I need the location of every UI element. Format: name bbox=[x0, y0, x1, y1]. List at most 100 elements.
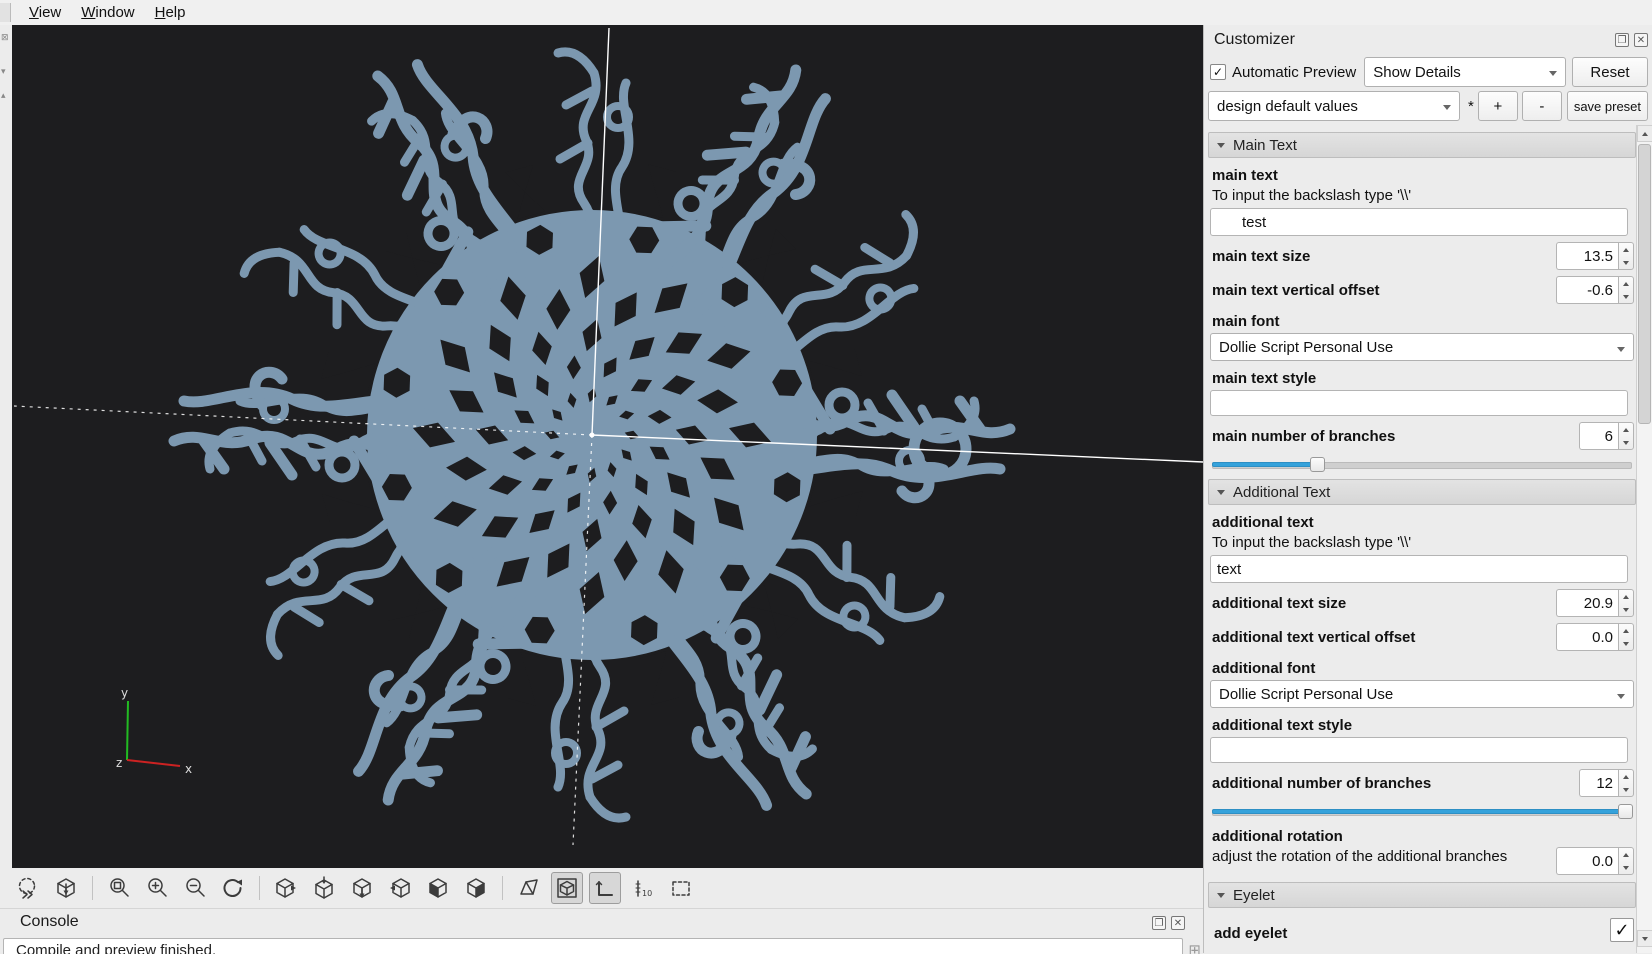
show-axes-icon[interactable] bbox=[589, 872, 621, 904]
additional-font-select[interactable]: Dollie Script Personal Use bbox=[1210, 680, 1634, 708]
view-back-icon[interactable] bbox=[460, 872, 492, 904]
spin-buttons[interactable] bbox=[1618, 242, 1634, 270]
additional-text-voffset-spinbox bbox=[1556, 623, 1634, 651]
collapse-triangle-icon bbox=[1217, 142, 1225, 148]
main-branches-label: main number of branches bbox=[1212, 427, 1396, 445]
additional-font-label: additional font bbox=[1212, 660, 1316, 677]
customizer-scrollbar[interactable] bbox=[1636, 125, 1652, 953]
additional-rotation-desc: adjust the rotation of the additional br… bbox=[1212, 848, 1508, 865]
orthographic-icon[interactable] bbox=[551, 872, 583, 904]
spin-buttons[interactable] bbox=[1618, 769, 1634, 797]
chevron-down-icon bbox=[1617, 694, 1625, 699]
spin-buttons[interactable] bbox=[1618, 422, 1634, 450]
automatic-preview-checkbox[interactable]: ✓ bbox=[1210, 64, 1226, 80]
slider-handle[interactable] bbox=[1310, 457, 1325, 472]
toolbar-separator bbox=[502, 876, 503, 900]
view-top-icon[interactable] bbox=[308, 872, 340, 904]
zoom-in-icon[interactable] bbox=[141, 872, 173, 904]
main-font-label: main font bbox=[1212, 313, 1280, 330]
spin-buttons[interactable] bbox=[1618, 276, 1634, 304]
group-eyelet[interactable]: Eyelet bbox=[1208, 882, 1636, 908]
strip-dropdown-fragment: ▾ bbox=[1, 66, 6, 76]
main-text-desc: To input the backslash type '\\' bbox=[1212, 187, 1412, 204]
spin-buttons[interactable] bbox=[1618, 847, 1634, 875]
additional-text-style-input[interactable] bbox=[1210, 737, 1628, 763]
spin-buttons[interactable] bbox=[1618, 589, 1634, 617]
axis-indicator: y x z bbox=[116, 686, 192, 776]
viewport-toolbar: 10 bbox=[0, 868, 1203, 908]
scrollbar-up-icon[interactable] bbox=[1637, 125, 1652, 142]
toolbar-separator bbox=[92, 876, 93, 900]
reset-view-icon[interactable] bbox=[217, 872, 249, 904]
additional-rotation-spinbox bbox=[1556, 847, 1634, 875]
remove-preset-button[interactable]: - bbox=[1521, 91, 1562, 121]
main-branches-spinbox bbox=[1579, 422, 1634, 450]
zoom-out-icon[interactable] bbox=[179, 872, 211, 904]
main-text-label: main text bbox=[1212, 167, 1278, 184]
additional-rotation-label: additional rotation bbox=[1212, 828, 1343, 845]
preset-select[interactable]: design default values bbox=[1208, 91, 1460, 121]
3d-viewport[interactable]: y x z bbox=[12, 25, 1203, 868]
save-preset-button[interactable]: save preset bbox=[1566, 91, 1648, 121]
console-close-icon[interactable]: ✕ bbox=[1171, 916, 1185, 930]
add-eyelet-checkbox[interactable]: ✓ bbox=[1610, 918, 1634, 942]
show-scale-markers-icon[interactable]: 10 bbox=[627, 872, 659, 904]
additional-text-input[interactable] bbox=[1210, 555, 1628, 583]
additional-branches-slider[interactable] bbox=[1212, 803, 1633, 819]
additional-text-voffset-label: additional text vertical offset bbox=[1212, 628, 1416, 646]
view-bottom-icon[interactable] bbox=[346, 872, 378, 904]
main-text-size-label: main text size bbox=[1212, 247, 1311, 265]
additional-text-size-spinbox bbox=[1556, 589, 1634, 617]
main-text-input[interactable] bbox=[1210, 208, 1628, 236]
group-main-text[interactable]: Main Text bbox=[1208, 132, 1636, 158]
main-branches-slider[interactable] bbox=[1212, 456, 1632, 472]
group-additional-text[interactable]: Additional Text bbox=[1208, 479, 1636, 505]
view-left-icon[interactable] bbox=[384, 872, 416, 904]
menu-view[interactable]: View bbox=[19, 2, 71, 23]
scrollbar-thumb[interactable] bbox=[1638, 144, 1651, 424]
view-right-icon[interactable] bbox=[270, 872, 302, 904]
throw-together-icon[interactable] bbox=[12, 872, 44, 904]
main-font-select[interactable]: Dollie Script Personal Use bbox=[1210, 333, 1634, 361]
axis-x-label: x bbox=[185, 762, 192, 776]
additional-text-size-label: additional text size bbox=[1212, 594, 1347, 612]
reset-button[interactable]: Reset bbox=[1572, 57, 1648, 87]
customizer-panel: Customizer ❐ ✕ ✓ Automatic Preview Show … bbox=[1203, 25, 1652, 953]
strip-dropdown-fragment2: ▴ bbox=[1, 90, 6, 100]
additional-text-label: additional text bbox=[1212, 514, 1314, 531]
scrollbar-down-icon[interactable] bbox=[1637, 930, 1652, 947]
toolbar-separator bbox=[259, 876, 260, 900]
snowflake-model-render: y x z bbox=[13, 27, 1203, 846]
console-panel: Console ❐ ✕ Compile and preview finished… bbox=[0, 908, 1203, 954]
perspective-icon[interactable] bbox=[513, 872, 545, 904]
chevron-down-icon bbox=[1443, 105, 1451, 110]
add-eyelet-label: add eyelet bbox=[1214, 925, 1288, 942]
main-text-style-label: main text style bbox=[1212, 370, 1317, 387]
view-bounds-icon[interactable] bbox=[665, 872, 697, 904]
slider-handle[interactable] bbox=[1618, 804, 1633, 819]
additional-text-style-label: additional text style bbox=[1212, 717, 1353, 734]
main-text-style-input[interactable] bbox=[1210, 390, 1628, 416]
view-front-icon[interactable] bbox=[422, 872, 454, 904]
strip-close-fragment: ⊠ bbox=[1, 32, 9, 42]
menu-help[interactable]: Help bbox=[145, 2, 196, 23]
console-last-line: Compile and preview finished. bbox=[16, 942, 217, 954]
customizer-title: Customizer bbox=[1214, 31, 1295, 48]
console-title: Console bbox=[20, 913, 79, 930]
zoom-all-icon[interactable] bbox=[103, 872, 135, 904]
detail-level-select[interactable]: Show Details bbox=[1364, 57, 1566, 87]
menu-window[interactable]: Window bbox=[71, 2, 144, 23]
automatic-preview-label: Automatic Preview bbox=[1232, 63, 1357, 81]
spin-buttons[interactable] bbox=[1618, 623, 1634, 651]
menubar: View Window Help bbox=[0, 0, 1652, 26]
axis-y-label: y bbox=[121, 686, 128, 700]
customizer-float-icon[interactable]: ❐ bbox=[1615, 33, 1629, 47]
customizer-close-icon[interactable]: ✕ bbox=[1634, 33, 1648, 47]
axis-z-label: z bbox=[116, 756, 122, 770]
svg-text:10: 10 bbox=[642, 889, 652, 898]
console-resize-grip[interactable]: ⊞ bbox=[1188, 941, 1201, 954]
console-log[interactable]: Compile and preview finished. bbox=[3, 938, 1183, 954]
view-all-icon[interactable] bbox=[50, 872, 82, 904]
console-float-icon[interactable]: ❐ bbox=[1152, 916, 1166, 930]
add-preset-button[interactable]: + bbox=[1477, 91, 1518, 121]
